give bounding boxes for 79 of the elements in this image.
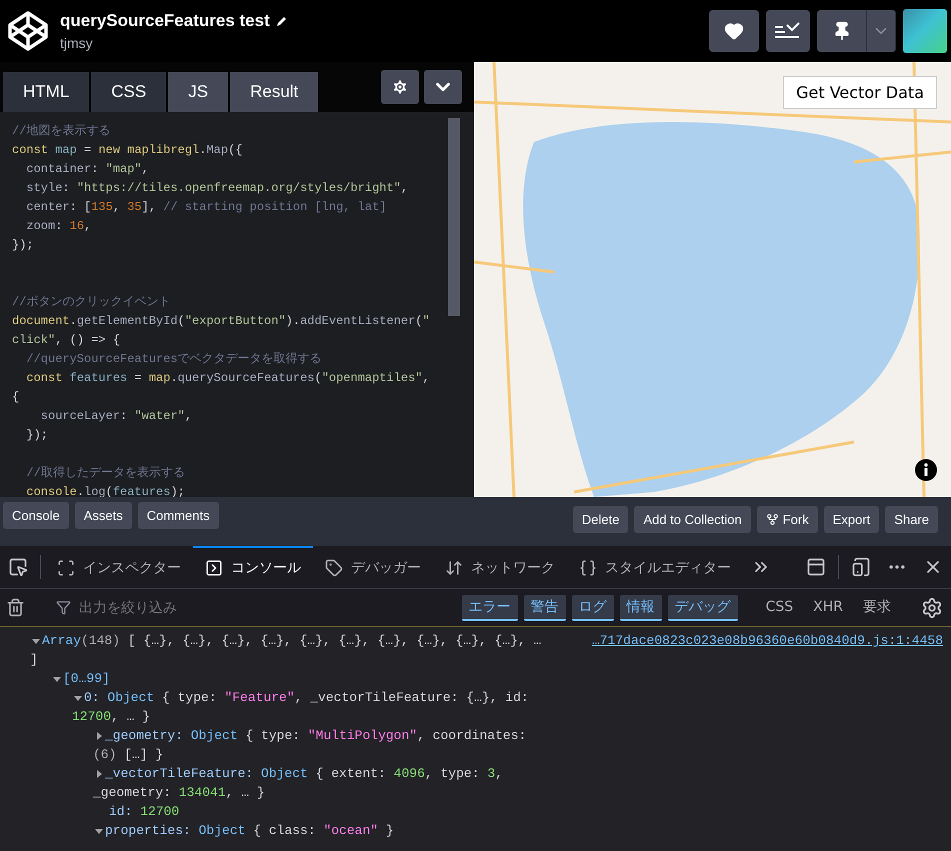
scrollbar-thumb[interactable] bbox=[448, 118, 460, 316]
code-line: //ボタンのクリックイベント bbox=[12, 294, 172, 311]
pen-title: querySourceFeatures test bbox=[60, 11, 270, 31]
trash-icon[interactable] bbox=[6, 598, 25, 617]
code-line: sourceLayer: "water", bbox=[40, 408, 194, 425]
console-text: (6) […] } bbox=[93, 746, 164, 764]
code-line: container: "map", bbox=[25, 161, 150, 178]
collection-button[interactable] bbox=[766, 10, 810, 52]
settings-icon[interactable] bbox=[921, 596, 943, 618]
code-line: { bbox=[12, 389, 20, 406]
console-text: _geometry: Object { type: "MultiPolygon", coordinates: bbox=[105, 727, 526, 745]
console-text: Array(148) [ {…}, {…}, {…}, {…}, {…}, {…}, {…}, {…}, {…}, {…}, … bbox=[42, 632, 542, 650]
code-line: click", () => { bbox=[12, 332, 122, 349]
get-vector-data-button[interactable]: Get Vector Data bbox=[783, 76, 937, 109]
settings-icon bbox=[391, 78, 409, 96]
pencil-icon[interactable] bbox=[276, 15, 288, 27]
editor-tab[interactable]: JS bbox=[168, 72, 228, 112]
chevron-button[interactable] bbox=[424, 70, 462, 104]
console-text: [0…99] bbox=[63, 670, 110, 688]
heart-icon bbox=[724, 21, 744, 41]
editor-tab[interactable]: HTML bbox=[3, 72, 90, 112]
panel-button[interactable]: Comments bbox=[138, 502, 219, 529]
console-text: 0: Object { type: "Feature", _vectorTileFeature: {…}, id: bbox=[84, 689, 529, 707]
devtools-tab[interactable]: デバッガー bbox=[313, 546, 433, 588]
action-button[interactable]: Export bbox=[824, 506, 880, 533]
braces-icon bbox=[579, 559, 597, 577]
level-filter-button[interactable]: ログ bbox=[572, 594, 614, 620]
console-text: properties: Object { class: "ocean" } bbox=[105, 822, 394, 840]
logo-icon[interactable] bbox=[6, 9, 50, 53]
devtools-tab[interactable]: ネットワーク bbox=[433, 546, 567, 588]
info-icon[interactable] bbox=[915, 459, 937, 481]
code-line: }); bbox=[12, 237, 35, 254]
console-text: _vectorTileFeature: Object { extent: 4096, type: 3, bbox=[105, 765, 503, 783]
panel-button[interactable]: Console bbox=[3, 502, 69, 529]
console-text: _geometry: 134041, … } bbox=[93, 784, 265, 802]
action-button[interactable]: Fork bbox=[756, 506, 818, 533]
author-name[interactable]: tjmsy bbox=[60, 35, 699, 51]
level-filter-button[interactable]: 警告 bbox=[524, 594, 566, 620]
category-filter-button[interactable]: XHR bbox=[806, 596, 850, 620]
layout-icon[interactable] bbox=[806, 557, 826, 577]
devtools-tab[interactable]: インスペクター bbox=[45, 546, 193, 588]
code-line: zoom: 16, bbox=[25, 218, 92, 235]
frame-icon bbox=[57, 559, 75, 577]
code-line: const features = map.querySourceFeatures("openmaptiles", bbox=[25, 370, 431, 387]
code-line: }); bbox=[25, 427, 50, 444]
arrows-icon bbox=[445, 559, 463, 577]
code-line: center: [135, 35], // starting position [lng, lat] bbox=[25, 199, 388, 216]
category-filter-button[interactable]: CSS bbox=[758, 596, 800, 620]
editor-tab[interactable]: Result bbox=[230, 72, 318, 112]
terminal-icon bbox=[205, 559, 223, 577]
picker-icon[interactable] bbox=[8, 557, 28, 577]
console-text: id: 12700 bbox=[109, 803, 180, 821]
code-line: const map = new maplibregl.Map({ bbox=[12, 142, 244, 159]
pin-button[interactable] bbox=[817, 10, 867, 52]
filter-icon bbox=[56, 600, 71, 615]
fork-icon bbox=[766, 513, 779, 526]
source-link[interactable]: …717dace0823c023e08b96360e60b0840d9.js:1:4458 bbox=[592, 631, 943, 650]
code-line: style: "https://tiles.openfreemap.org/styles/bright", bbox=[25, 180, 410, 197]
devices-icon[interactable] bbox=[851, 557, 871, 577]
devtools-tab[interactable]: スタイルエディター bbox=[567, 546, 743, 588]
console-text: 12700, … } bbox=[72, 708, 150, 726]
console-text: ] bbox=[30, 651, 38, 669]
editor-tab[interactable]: CSS bbox=[91, 72, 166, 112]
action-button[interactable]: Add to Collection bbox=[634, 506, 751, 533]
filter-field[interactable]: 出力を絞り込み bbox=[77, 598, 261, 616]
level-filter-button[interactable]: エラー bbox=[462, 594, 518, 620]
code-line: //地図を表示する bbox=[12, 123, 112, 140]
panel-button[interactable]: Assets bbox=[74, 502, 132, 529]
action-button[interactable]: Share bbox=[885, 506, 938, 533]
settings-button[interactable] bbox=[381, 70, 419, 104]
action-button[interactable]: Delete bbox=[572, 506, 628, 533]
level-filter-button[interactable]: 情報 bbox=[620, 594, 662, 620]
category-filter-button[interactable]: 要求 bbox=[856, 594, 898, 620]
code-line: //querySourceFeaturesでベクタデータを取得する bbox=[25, 351, 323, 368]
level-filter-button[interactable]: デバッグ bbox=[668, 594, 738, 620]
code-line: //取得したデータを表示する bbox=[25, 465, 186, 482]
heart-button[interactable] bbox=[709, 10, 759, 52]
tag-icon bbox=[325, 559, 343, 577]
code-line: document.getElementById("exportButton").addEventListener(" bbox=[12, 313, 431, 330]
